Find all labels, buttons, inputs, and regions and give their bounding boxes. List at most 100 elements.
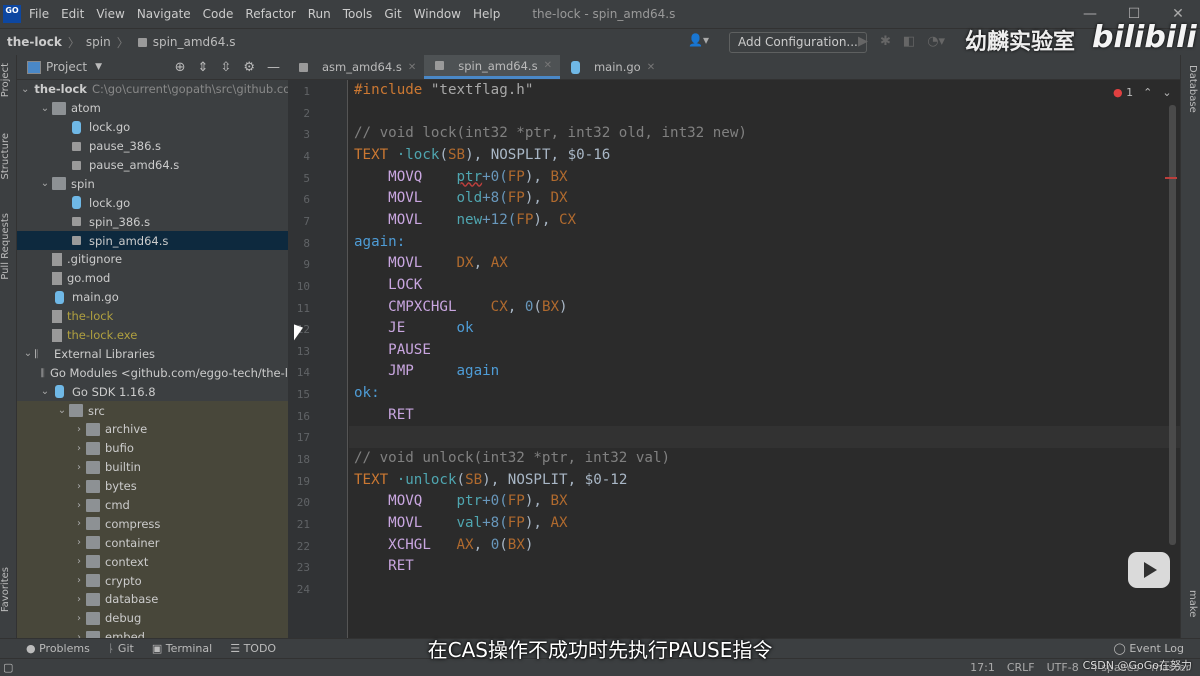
locate-icon[interactable]: ⊕: [175, 60, 186, 75]
favorites-tool-tab[interactable]: Favorites: [0, 567, 16, 612]
tab-main-go[interactable]: main.go ✕: [560, 55, 663, 79]
tree-item[interactable]: › context: [17, 552, 288, 572]
tree-item[interactable]: › container: [17, 533, 288, 553]
chevron-icon[interactable]: ⌄: [38, 103, 52, 114]
chevron-icon[interactable]: ›: [72, 424, 86, 435]
chevron-icon[interactable]: ⌄: [21, 348, 35, 359]
line-separator[interactable]: CRLF: [1007, 661, 1035, 674]
caret-position[interactable]: 17:1: [970, 661, 995, 674]
git-tab[interactable]: ᚿ Git: [108, 642, 134, 655]
run-icon[interactable]: ▶: [858, 34, 868, 49]
tree-item[interactable]: › bufio: [17, 438, 288, 458]
error-indicator[interactable]: ● 1 ⌃ ⌄: [1113, 86, 1172, 99]
debug-icon[interactable]: ✱: [880, 34, 891, 49]
tree-item[interactable]: .gitignore: [17, 250, 288, 269]
error-stripe-mark[interactable]: [1165, 177, 1177, 179]
gear-icon[interactable]: ⚙: [243, 60, 255, 75]
next-error-icon[interactable]: ⌄: [1162, 86, 1171, 99]
close-tab-icon[interactable]: ✕: [408, 62, 416, 73]
tree-item[interactable]: go.mod: [17, 269, 288, 288]
add-configuration-button[interactable]: Add Configuration...: [729, 32, 867, 53]
menu-edit[interactable]: Edit: [61, 7, 84, 21]
hide-icon[interactable]: —: [267, 60, 280, 75]
tree-item[interactable]: › database: [17, 590, 288, 609]
chevron-icon[interactable]: ›: [72, 443, 86, 454]
tree-item[interactable]: ⌄ the-lock C:\go\current\gopath\src\github…: [17, 80, 288, 99]
close-tab-icon[interactable]: ✕: [647, 62, 655, 73]
tree-item[interactable]: pause_amd64.s: [17, 156, 288, 175]
tree-item[interactable]: ⌄ Go SDK 1.16.8: [17, 382, 288, 401]
prev-error-icon[interactable]: ⌃: [1143, 86, 1152, 99]
tree-item[interactable]: spin_amd64.s: [17, 231, 288, 251]
chevron-down-icon[interactable]: ▼: [95, 62, 102, 72]
profile-icon[interactable]: ◔▾: [927, 34, 945, 49]
structure-tool-tab[interactable]: Structure: [0, 133, 16, 180]
problems-tab[interactable]: ● Problems: [26, 642, 90, 655]
menu-refactor[interactable]: Refactor: [245, 7, 295, 21]
menu-window[interactable]: Window: [414, 7, 461, 21]
layout-icon[interactable]: ▢: [3, 661, 13, 674]
tree-item[interactable]: ⌄ 𝄃 External Libraries: [17, 344, 288, 363]
menu-code[interactable]: Code: [203, 7, 234, 21]
file-encoding[interactable]: UTF-8: [1047, 661, 1079, 674]
event-log-tab[interactable]: ◯ Event Log: [1114, 642, 1184, 655]
chevron-icon[interactable]: ›: [72, 537, 86, 548]
code-editor[interactable]: #include "textflag.h" // void lock(int32 …: [349, 80, 1180, 638]
menu-help[interactable]: Help: [473, 7, 500, 21]
tree-item[interactable]: lock.go: [17, 118, 288, 137]
menu-view[interactable]: View: [96, 7, 124, 21]
tree-item[interactable]: › builtin: [17, 457, 288, 477]
tree-item[interactable]: › bytes: [17, 476, 288, 496]
chevron-icon[interactable]: ⌄: [38, 178, 52, 189]
tree-item[interactable]: spin_386.s: [17, 212, 288, 231]
menu-run[interactable]: Run: [308, 7, 331, 21]
menu-navigate[interactable]: Navigate: [137, 7, 191, 21]
chevron-icon[interactable]: ›: [72, 481, 86, 492]
chevron-icon[interactable]: ›: [72, 613, 86, 624]
tab-asm-amd64-s[interactable]: asm_amd64.s ✕: [288, 55, 424, 79]
editor-scrollbar[interactable]: [1169, 105, 1176, 545]
breadcrumb-folder[interactable]: spin: [86, 35, 111, 49]
tree-item[interactable]: ⌄ atom: [17, 99, 288, 118]
tree-item[interactable]: the-lock: [17, 307, 288, 326]
chevron-icon[interactable]: ⌄: [21, 84, 29, 95]
menu-tools[interactable]: Tools: [343, 7, 373, 21]
video-play-icon[interactable]: [1128, 552, 1170, 588]
menu-file[interactable]: File: [29, 7, 49, 21]
chevron-icon[interactable]: ›: [72, 500, 86, 511]
tree-item[interactable]: ⌄ src: [17, 401, 288, 421]
pull-requests-tool-tab[interactable]: Pull Requests: [0, 213, 16, 280]
tree-item[interactable]: › cmd: [17, 495, 288, 515]
tab-spin-amd64-s[interactable]: spin_amd64.s ✕: [424, 55, 560, 79]
make-tool-tab[interactable]: make: [1187, 590, 1198, 617]
chevron-icon[interactable]: ›: [72, 518, 86, 529]
database-tool-tab[interactable]: Database: [1187, 65, 1198, 113]
tree-item[interactable]: › archive: [17, 420, 288, 439]
chevron-icon[interactable]: ›: [72, 462, 86, 473]
coverage-icon[interactable]: ◧: [903, 34, 915, 49]
close-tab-icon[interactable]: ✕: [544, 60, 552, 71]
expand-all-icon[interactable]: ⇕: [198, 60, 209, 75]
terminal-tab[interactable]: ▣ Terminal: [152, 642, 212, 655]
todo-tab[interactable]: ☰ TODO: [230, 642, 276, 655]
tree-item[interactable]: lock.go: [17, 193, 288, 212]
menu-git[interactable]: Git: [384, 7, 401, 21]
tree-item[interactable]: the-lock.exe: [17, 326, 288, 345]
tree-item[interactable]: pause_386.s: [17, 137, 288, 156]
chevron-icon[interactable]: ›: [72, 556, 86, 567]
tree-item[interactable]: ⌄ spin: [17, 174, 288, 193]
tree-item[interactable]: main.go: [17, 288, 288, 307]
tree-item[interactable]: › embed: [17, 627, 288, 638]
chevron-icon[interactable]: ›: [72, 594, 86, 605]
tree-item[interactable]: 𝄃 Go Modules <github.com/eggo-tech/the-l: [17, 363, 288, 382]
user-icon[interactable]: 👤▾: [688, 33, 709, 47]
chevron-icon[interactable]: ›: [72, 575, 86, 586]
project-view-selector[interactable]: Project: [46, 60, 87, 74]
chevron-icon[interactable]: ⌄: [55, 405, 69, 416]
chevron-icon[interactable]: ⌄: [38, 386, 52, 397]
tree-item[interactable]: › compress: [17, 514, 288, 534]
project-tool-tab[interactable]: Project: [0, 63, 16, 97]
breadcrumb-file[interactable]: spin_amd64.s: [153, 35, 236, 49]
tree-item[interactable]: › debug: [17, 608, 288, 628]
breadcrumb-project[interactable]: the-lock: [7, 35, 62, 49]
